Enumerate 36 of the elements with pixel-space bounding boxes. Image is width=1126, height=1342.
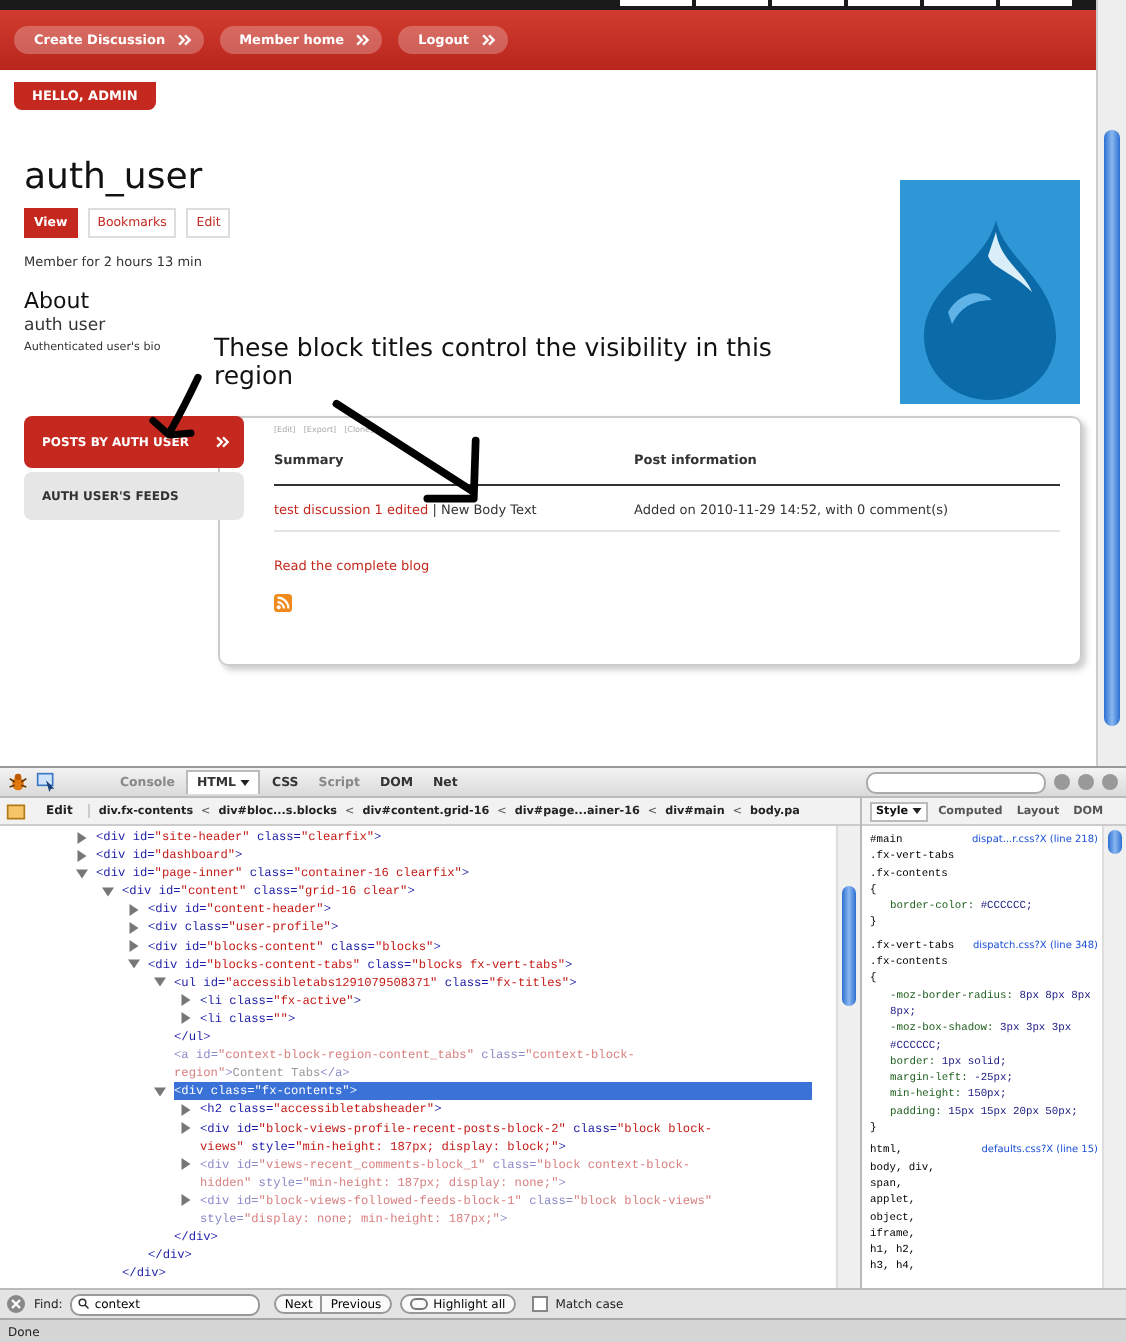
twisty-icon[interactable] — [128, 958, 140, 971]
page-title: auth_user — [24, 156, 205, 200]
rss-icon[interactable] — [274, 594, 292, 612]
inspect-icon[interactable] — [36, 772, 56, 792]
twisty-icon[interactable] — [180, 994, 192, 1007]
twisty-icon[interactable] — [180, 1158, 192, 1171]
twisty-icon[interactable] — [128, 921, 140, 934]
double-chevron-icon — [216, 436, 230, 448]
twisty-icon[interactable] — [128, 940, 140, 953]
search-icon — [78, 1298, 91, 1310]
close-icon[interactable] — [6, 1294, 26, 1314]
twisty-icon[interactable] — [180, 1122, 192, 1134]
bug-icon[interactable] — [8, 772, 28, 792]
scrollbar[interactable] — [1102, 826, 1126, 1288]
twisty-icon[interactable] — [180, 1012, 192, 1025]
close-button[interactable] — [1102, 774, 1118, 790]
twisty-icon[interactable] — [154, 976, 166, 989]
twisty-icon[interactable] — [128, 903, 140, 916]
about-name: auth user — [24, 316, 108, 336]
layout-icon[interactable] — [6, 801, 26, 821]
double-chevron-icon — [481, 34, 496, 46]
scrollbar[interactable] — [1096, 0, 1126, 766]
twisty-icon[interactable] — [180, 1103, 192, 1116]
about-heading: About — [24, 288, 92, 314]
twisty-icon[interactable] — [76, 867, 88, 880]
search-field[interactable] — [866, 771, 1046, 793]
twisty-icon[interactable] — [76, 849, 88, 862]
twisty-icon[interactable] — [154, 1085, 166, 1098]
twisty-icon[interactable] — [180, 1194, 192, 1207]
checkbox[interactable] — [531, 1296, 548, 1312]
scrollbar[interactable] — [836, 826, 860, 1288]
double-chevron-icon — [356, 34, 371, 46]
annotation-text: These block titles control the visibility in this region — [214, 334, 774, 390]
twisty-icon[interactable] — [102, 885, 114, 898]
twisty-icon[interactable] — [76, 831, 88, 843]
double-chevron-icon — [177, 34, 192, 46]
